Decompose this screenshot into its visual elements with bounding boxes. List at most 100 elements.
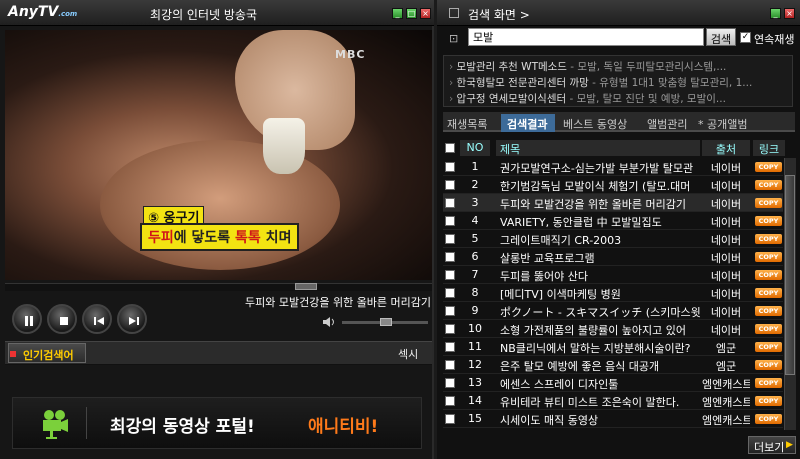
row-title[interactable]: [메디TV] 이색마케팅 병원 bbox=[500, 286, 700, 302]
row-checkbox[interactable] bbox=[445, 234, 455, 244]
table-row[interactable]: 15 시세이도 매직 동영상 엠엔캐스트 COPY bbox=[443, 410, 783, 428]
copy-link-button[interactable]: COPY bbox=[755, 216, 782, 226]
table-row[interactable]: 8 [메디TV] 이색마케팅 병원 네이버 COPY bbox=[443, 284, 783, 302]
row-checkbox[interactable] bbox=[445, 414, 455, 424]
row-checkbox[interactable] bbox=[445, 252, 455, 262]
tab-playlist[interactable]: 재생목록 bbox=[447, 114, 499, 132]
volume-icon[interactable] bbox=[322, 316, 338, 328]
row-title[interactable]: ポクノート - スキマスイッチ (스키마스윗 bbox=[500, 304, 700, 320]
row-checkbox[interactable] bbox=[445, 180, 455, 190]
close-button[interactable]: × bbox=[420, 8, 431, 19]
tab-best-videos[interactable]: 베스트 동영상 bbox=[563, 114, 637, 132]
row-checkbox[interactable] bbox=[445, 162, 455, 172]
row-title[interactable]: 시세이도 매직 동영상 bbox=[500, 412, 700, 428]
row-checkbox[interactable] bbox=[445, 360, 455, 370]
row-source: 엠엔캐스트 bbox=[702, 396, 750, 409]
column-header-link[interactable]: 링크 bbox=[753, 140, 785, 156]
results-table: 1 권가모발연구소-심는가발 부분가발 탈모관 네이버 COPY 2 한기범감독님 모발… bbox=[443, 158, 783, 430]
table-row[interactable]: 9 ポクノート - スキマスイッチ (스키마스윗 네이버 COPY bbox=[443, 302, 783, 320]
row-source: 네이버 bbox=[710, 162, 742, 175]
sponsor-link[interactable]: › 한국형탈모 전문관리센터 까망 - 유형별 1대1 맞춤형 탈모관리, 1.… bbox=[449, 75, 789, 90]
copy-link-button[interactable]: COPY bbox=[755, 306, 782, 316]
search-input[interactable] bbox=[468, 28, 704, 46]
table-row[interactable]: 11 NB클리닉에서 말하는 지방분해시술이란? 엠군 COPY bbox=[443, 338, 783, 356]
next-button[interactable] bbox=[117, 304, 147, 334]
table-row[interactable]: 5 그레이트매직기 CR-2003 네이버 COPY bbox=[443, 230, 783, 248]
row-title[interactable]: 에센스 스프레이 디자인툴 bbox=[500, 376, 700, 392]
search-close-button[interactable]: × bbox=[784, 8, 795, 19]
copy-link-button[interactable]: COPY bbox=[755, 378, 782, 388]
column-header-title[interactable]: 제목 bbox=[496, 140, 700, 156]
tab-search-results[interactable]: 검색결과 bbox=[501, 114, 555, 132]
tab-album-manage[interactable]: 앨범관리 bbox=[647, 114, 697, 132]
copy-link-button[interactable]: COPY bbox=[755, 252, 782, 262]
seek-thumb[interactable] bbox=[295, 283, 317, 290]
row-title[interactable]: 한기범감독님 모발이식 체험기 (탈모.대머 bbox=[500, 178, 700, 194]
prev-button[interactable] bbox=[82, 304, 112, 334]
maximize-button[interactable]: □ bbox=[406, 8, 417, 19]
copy-link-button[interactable]: COPY bbox=[755, 342, 782, 352]
row-checkbox[interactable] bbox=[445, 198, 455, 208]
sponsor-link[interactable]: › 압구정 연세모발이식센터 - 모발, 탈모 진단 및 예방, 모발이... bbox=[449, 91, 789, 106]
row-title[interactable]: 살롱반 교육프로그램 bbox=[500, 250, 700, 266]
copy-link-button[interactable]: COPY bbox=[755, 198, 782, 208]
row-title[interactable]: 권가모발연구소-심는가발 부분가발 탈모관 bbox=[500, 160, 700, 176]
copy-link-button[interactable]: COPY bbox=[755, 288, 782, 298]
row-title[interactable]: 소형 가전제품의 불량률이 높아지고 있어 bbox=[500, 322, 700, 338]
copy-link-button[interactable]: COPY bbox=[755, 162, 782, 172]
row-checkbox[interactable] bbox=[445, 342, 455, 352]
search-button[interactable]: 검색 bbox=[706, 28, 736, 46]
scrollbar-thumb[interactable] bbox=[785, 175, 795, 375]
table-row[interactable]: 10 소형 가전제품의 불량률이 높아지고 있어 네이버 COPY bbox=[443, 320, 783, 338]
continuous-play-checkbox[interactable]: ✓ bbox=[740, 32, 751, 43]
copy-link-button[interactable]: COPY bbox=[755, 360, 782, 370]
search-minimize-button[interactable]: _ bbox=[770, 8, 781, 19]
column-header-no[interactable]: NO bbox=[460, 140, 490, 156]
row-title[interactable]: 은주 탈모 예방에 좋은 음식 대공개 bbox=[500, 358, 700, 374]
column-header-source[interactable]: 출처 bbox=[702, 140, 750, 156]
table-row[interactable]: 4 VARIETY, 동안클럽 中 모발밀집도 네이버 COPY bbox=[443, 212, 783, 230]
table-row[interactable]: 2 한기범감독님 모발이식 체험기 (탈모.대머 네이버 COPY bbox=[443, 176, 783, 194]
pause-icon bbox=[25, 316, 33, 326]
hot-keywords-tab[interactable]: 인기검색어 bbox=[8, 343, 86, 363]
copy-link-button[interactable]: COPY bbox=[755, 180, 782, 190]
table-row[interactable]: 3 두피와 모발건강을 위한 올바른 머리감기 네이버 COPY bbox=[443, 194, 783, 212]
tab-public-album[interactable]: * 공개앨범 bbox=[698, 114, 758, 132]
select-all-checkbox[interactable] bbox=[445, 143, 455, 153]
table-row[interactable]: 13 에센스 스프레이 디자인툴 엠엔캐스트 COPY bbox=[443, 374, 783, 392]
copy-link-button[interactable]: COPY bbox=[755, 414, 782, 424]
row-checkbox[interactable] bbox=[445, 288, 455, 298]
table-row[interactable]: 1 권가모발연구소-심는가발 부분가발 탈모관 네이버 COPY bbox=[443, 158, 783, 176]
pause-button[interactable] bbox=[12, 304, 42, 334]
table-row[interactable]: 7 두피를 뚫어야 산다 네이버 COPY bbox=[443, 266, 783, 284]
banner-brand: 애니티비! bbox=[308, 417, 379, 437]
copy-link-button[interactable]: COPY bbox=[755, 270, 782, 280]
row-checkbox[interactable] bbox=[445, 378, 455, 388]
row-checkbox[interactable] bbox=[445, 270, 455, 280]
anytv-logo: AnyTV.com bbox=[8, 4, 78, 20]
row-checkbox[interactable] bbox=[445, 306, 455, 316]
row-title[interactable]: 두피와 모발건강을 위한 올바른 머리감기 bbox=[500, 196, 700, 212]
row-checkbox[interactable] bbox=[445, 324, 455, 334]
row-title[interactable]: 유비테라 뷰티 미스트 조은숙이 말한다. bbox=[500, 394, 700, 410]
copy-link-button[interactable]: COPY bbox=[755, 234, 782, 244]
table-row[interactable]: 14 유비테라 뷰티 미스트 조은숙이 말한다. 엠엔캐스트 COPY bbox=[443, 392, 783, 410]
row-source: 네이버 bbox=[710, 180, 742, 193]
row-title[interactable]: 두피를 뚫어야 산다 bbox=[500, 268, 700, 284]
hot-keyword[interactable]: 섹시 bbox=[398, 346, 418, 362]
row-title[interactable]: 그레이트매직기 CR-2003 bbox=[500, 232, 700, 248]
row-title[interactable]: VARIETY, 동안클럽 中 모발밀집도 bbox=[500, 214, 700, 230]
copy-link-button[interactable]: COPY bbox=[755, 324, 782, 334]
seek-bar[interactable] bbox=[5, 283, 432, 291]
row-checkbox[interactable] bbox=[445, 216, 455, 226]
table-row[interactable]: 12 은주 탈모 예방에 좋은 음식 대공개 엠군 COPY bbox=[443, 356, 783, 374]
row-checkbox[interactable] bbox=[445, 396, 455, 406]
stop-button[interactable] bbox=[47, 304, 77, 334]
video-screen[interactable]: MBC ⑤ 옹구기 두피에 닿도록 톡톡 치며 bbox=[5, 30, 432, 280]
volume-thumb[interactable] bbox=[380, 318, 392, 326]
table-row[interactable]: 6 살롱반 교육프로그램 네이버 COPY bbox=[443, 248, 783, 266]
minimize-button[interactable]: _ bbox=[392, 8, 403, 19]
row-title[interactable]: NB클리닉에서 말하는 지방분해시술이란? bbox=[500, 340, 700, 356]
copy-link-button[interactable]: COPY bbox=[755, 396, 782, 406]
sponsor-link[interactable]: › 모발관리 추천 WT메소드 - 모발, 독일 두피탈모관리시스템,... bbox=[449, 59, 789, 74]
